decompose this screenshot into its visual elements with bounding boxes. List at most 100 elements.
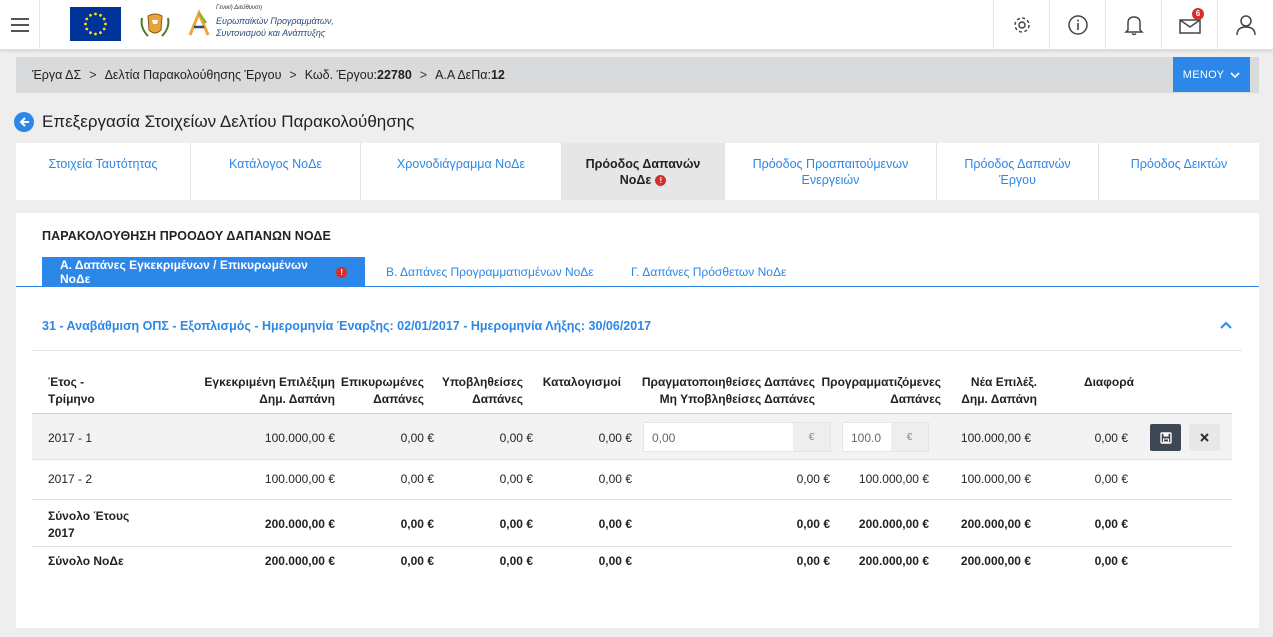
node-section-header[interactable]: 31 - Αναβάθμιση ΟΠΣ - Εξοπλισμός - Ημερο…: [32, 311, 1242, 351]
tab-label: Πρόοδος Δαπανών: [585, 157, 701, 171]
logo-line-1: Ευρωπαϊκών Προγραμμάτων,: [216, 16, 334, 26]
cell-submitted: 0,00 €: [499, 472, 533, 486]
floppy-disk-icon: [1159, 431, 1172, 444]
cell-approved: 100.000,00 €: [264, 472, 335, 486]
error-icon: !: [655, 175, 667, 187]
cell-approved: 200.000,00 €: [264, 517, 335, 531]
table-row-editing: [32, 414, 1232, 459]
tab-label: Κατάλογος ΝοΔε: [228, 157, 322, 171]
chevron-right-icon: >: [289, 68, 297, 82]
column-header-planned: Προγραμματιζόμενες Δαπάνες: [821, 375, 941, 406]
cell-difference: 0,00 €: [1094, 472, 1128, 486]
user-icon[interactable]: [1217, 0, 1273, 50]
back-arrow-icon[interactable]: [14, 112, 34, 132]
breadcrumb-project-code-label: Κωδ. Έργου:: [304, 68, 378, 82]
cell-realized: 0,00 €: [796, 554, 830, 568]
tab-node-schedule[interactable]: Χρονοδιάγραμμα ΝοΔε: [361, 143, 562, 200]
cell-charges: 0,00 €: [598, 554, 632, 568]
column-header-approved: Εγκεκριμένη Επιλέξιμη Δημ. Δαπάνη: [204, 375, 335, 406]
chevron-up-icon[interactable]: [1220, 321, 1232, 329]
error-icon: !: [336, 266, 347, 278]
card-title: ΠΑΡΑΚΟΛΟΥΘΗΣΗ ΠΡΟΟΔΟΥ ΔΑΠΑΝΩΝ ΝΟΔΕ: [42, 229, 331, 243]
subtab-additional-nodes[interactable]: Γ. Δαπάνες Πρόσθετων ΝοΔε: [631, 257, 786, 287]
cell-year-total-label: Σύνολο Έτους 2017: [48, 509, 130, 540]
column-header-validated: Επικυρωμένες Δαπάνες: [340, 375, 424, 406]
cancel-button[interactable]: [1189, 424, 1220, 451]
cell-approved: 100.000,00 €: [264, 431, 335, 445]
cell-realized: 0,00 €: [796, 517, 830, 531]
eu-flag-logo: [70, 7, 121, 41]
bell-icon[interactable]: [1105, 0, 1161, 50]
logo-small-text: Γενική Διεύθυνση: [216, 5, 262, 11]
subtab-planned-nodes[interactable]: Β. Δαπάνες Προγραμματισμένων ΝοΔε: [386, 257, 594, 287]
tab-indicators[interactable]: Πρόοδος Δεικτών: [1099, 143, 1259, 200]
currency-addon: €: [793, 423, 830, 451]
currency-addon: €: [891, 423, 928, 451]
tab-prerequisite-actions[interactable]: Πρόοδος Προαπαιτούμενων Ενεργειών: [725, 143, 937, 200]
close-icon: [1200, 433, 1209, 442]
tab-label: ΝοΔε: [619, 173, 652, 187]
node-section-title: 31 - Αναβάθμιση ΟΠΣ - Εξοπλισμός - Ημερο…: [42, 319, 652, 333]
cell-submitted: 0,00 €: [499, 517, 533, 531]
tab-project-expenses[interactable]: Πρόοδος Δαπανών Έργου: [937, 143, 1099, 200]
cell-realized: 0,00 €: [796, 472, 830, 486]
mail-badge: 6: [1192, 8, 1204, 20]
page-title-bar: Επεξεργασία Στοιχείων Δελτίου Παρακολούθ…: [14, 112, 414, 132]
column-header-submitted: Υποβληθείσες Δαπάνες: [441, 375, 523, 406]
realized-expenses-input[interactable]: 0,00 €: [643, 422, 831, 452]
column-header-period: Έτος - Τρίμηνο: [48, 375, 95, 406]
cell-planned: 200.000,00 €: [858, 517, 929, 531]
column-header-difference: Διαφορά: [1083, 375, 1134, 389]
tab-label: Έργου: [999, 173, 1036, 187]
logo-main-text: Ευρωπαϊκών Προγραμμάτων, Συντονισμού και…: [216, 15, 334, 39]
chevron-down-icon: [1230, 71, 1240, 78]
column-header-realized: Πραγματοποιηθείσες Δαπάνες Μη Υποβληθείσε…: [641, 375, 815, 406]
subtab-label: Γ. Δαπάνες Πρόσθετων ΝοΔε: [631, 265, 787, 279]
save-button[interactable]: [1150, 424, 1181, 451]
cell-charges: 0,00 €: [598, 517, 632, 531]
subtab-approved-nodes[interactable]: Α. Δαπάνες Εγκεκριμένων / Επικυρωμένων Ν…: [42, 257, 365, 287]
cell-validated: 0,00 €: [400, 431, 434, 445]
planned-expenses-input[interactable]: 100.0 €: [842, 422, 929, 452]
header-actions: 6: [993, 0, 1273, 50]
cell-node-total-label: Σύνολο ΝοΔε: [48, 554, 124, 568]
menu-button[interactable]: ΜΕΝΟΥ: [1173, 57, 1250, 92]
subtab-label: Α. Δαπάνες Εγκεκριμένων / Επικυρωμένων Ν…: [60, 258, 308, 286]
mail-icon[interactable]: 6: [1161, 0, 1217, 50]
tab-node-catalog[interactable]: Κατάλογος ΝοΔε: [191, 143, 361, 200]
cell-new-eligible: 100.000,00 €: [960, 431, 1031, 445]
settings-icon[interactable]: [993, 0, 1049, 50]
tab-identity[interactable]: Στοιχεία Ταυτότητας: [16, 143, 191, 200]
cell-validated: 0,00 €: [400, 554, 434, 568]
cell-submitted: 0,00 €: [499, 431, 533, 445]
row-divider: [32, 546, 1232, 547]
cell-difference: 0,00 €: [1094, 517, 1128, 531]
cell-new-eligible: 100.000,00 €: [960, 472, 1031, 486]
chevron-right-icon: >: [419, 68, 428, 82]
top-bar: Γενική Διεύθυνση Ευρωπαϊκών Προγραμμάτων…: [0, 0, 1273, 50]
cell-difference: 0,00 €: [1094, 554, 1128, 568]
tab-label: Πρόοδος Δαπανών: [964, 157, 1071, 171]
main-tabs: Στοιχεία Ταυτότητας Κατάλογος ΝοΔε Χρονο…: [16, 143, 1259, 200]
page-title: Επεξεργασία Στοιχείων Δελτίου Παρακολούθ…: [42, 112, 415, 131]
chevron-right-icon: >: [89, 68, 97, 82]
breadcrumb-projects[interactable]: Έργα ΔΣ: [32, 68, 81, 82]
cell-difference: 0,00 €: [1094, 431, 1128, 445]
planned-expenses-value: 100.0: [851, 431, 882, 445]
tab-label: Πρόοδος Δεικτών: [1130, 157, 1228, 171]
tab-label: Ενεργειών: [801, 173, 860, 187]
breadcrumb-reports[interactable]: Δελτία Παρακολούθησης Έργου: [105, 68, 282, 82]
cell-period: 2017 - 1: [48, 431, 93, 445]
menu-icon[interactable]: [0, 0, 40, 50]
cell-charges: 0,00 €: [598, 472, 632, 486]
info-icon[interactable]: [1049, 0, 1105, 50]
tab-label: Πρόοδος Προαπαιτούμενων: [752, 157, 909, 171]
breadcrumb-report-label: Α.Α ΔεΠα:: [435, 68, 491, 82]
cell-period: 2017 - 2: [48, 472, 93, 486]
tab-node-expenses-progress[interactable]: Πρόοδος Δαπανών ΝοΔε!: [562, 143, 725, 200]
realized-expenses-value: 0,00: [652, 431, 676, 445]
tab-label: Χρονοδιάγραμμα ΝοΔε: [396, 157, 526, 171]
cell-validated: 0,00 €: [400, 517, 434, 531]
menu-button-label: ΜΕΝΟΥ: [1182, 68, 1225, 81]
breadcrumb-report-number: 12: [490, 68, 505, 82]
